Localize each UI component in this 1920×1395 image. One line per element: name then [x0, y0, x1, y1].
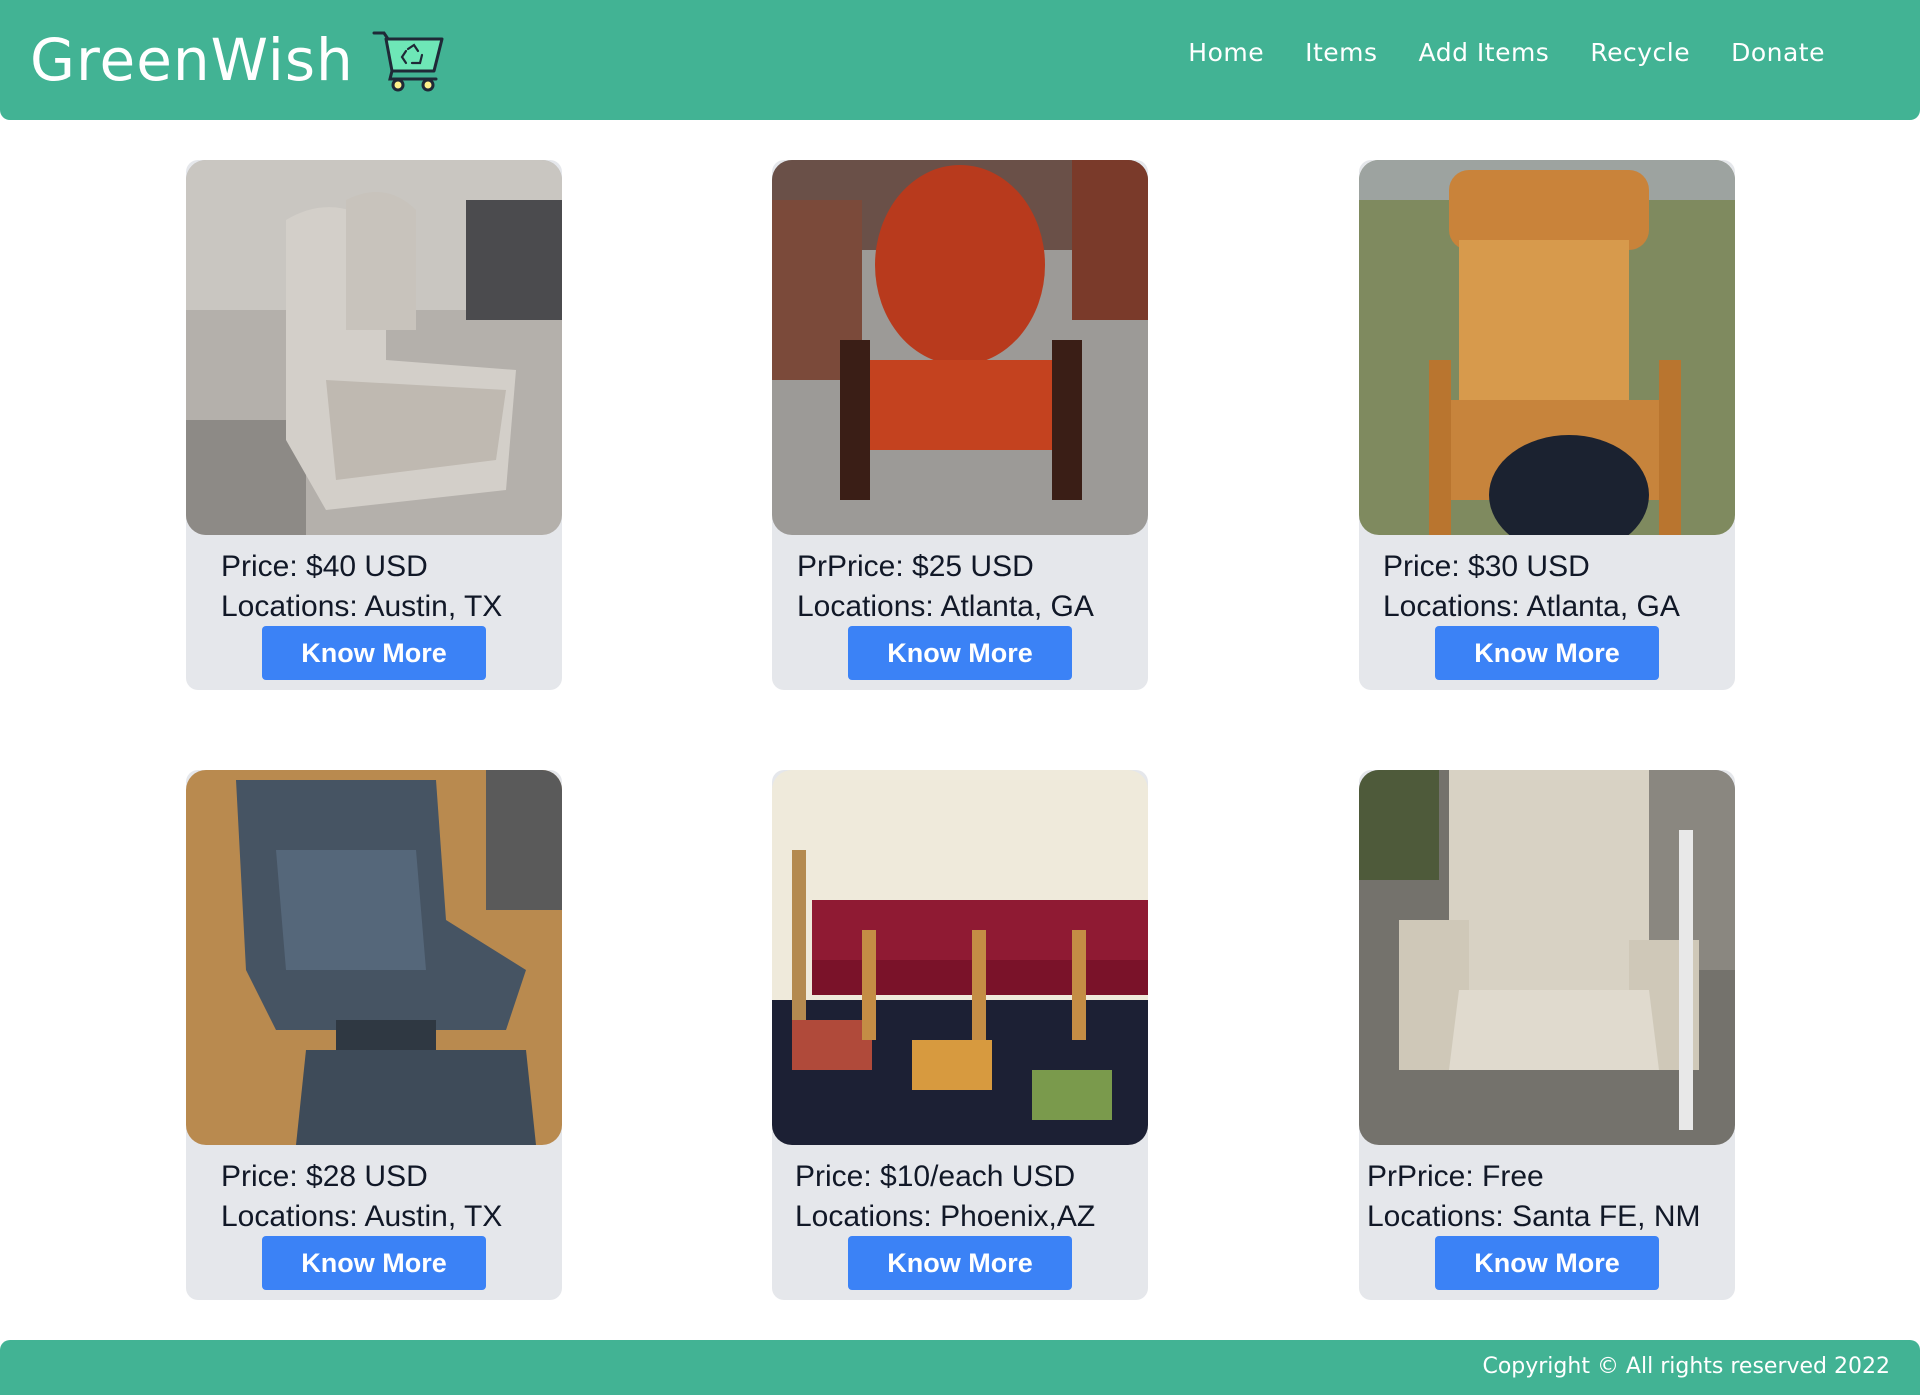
- listing-card: Price: $10/each USD Locations: Phoenix,A…: [772, 770, 1148, 1300]
- brand[interactable]: GreenWish: [30, 22, 446, 98]
- know-more-button[interactable]: Know More: [262, 1236, 486, 1290]
- listing-image[interactable]: [186, 160, 562, 535]
- listing-location: Locations: Austin, TX: [221, 590, 503, 623]
- nav-home[interactable]: Home: [1188, 38, 1264, 67]
- site-header: GreenWish Home Items Add Items Recycle D…: [0, 0, 1920, 120]
- nav-donate[interactable]: Donate: [1731, 38, 1825, 67]
- listing-price: PrPrice: $25 USD: [797, 550, 1034, 583]
- listing-price: Price: $40 USD: [221, 550, 428, 583]
- know-more-button[interactable]: Know More: [262, 626, 486, 680]
- know-more-button[interactable]: Know More: [848, 1236, 1072, 1290]
- nav-recycle[interactable]: Recycle: [1590, 38, 1690, 67]
- main-nav: Home Items Add Items Recycle Donate: [1188, 38, 1825, 67]
- listing-image[interactable]: [1359, 770, 1735, 1145]
- listing-price: Price: $30 USD: [1383, 550, 1590, 583]
- listing-image[interactable]: [186, 770, 562, 1145]
- listing-card: PrPrice: $25 USD Locations: Atlanta, GA …: [772, 160, 1148, 690]
- listing-card: Price: $28 USD Locations: Austin, TX Kno…: [186, 770, 562, 1300]
- listing-price: Price: $10/each USD: [795, 1160, 1076, 1193]
- listing-card: PrPrice: Free Locations: Santa FE, NM Kn…: [1359, 770, 1735, 1300]
- listing-card: Price: $40 USD Locations: Austin, TX Kno…: [186, 160, 562, 690]
- copyright-text: Copyright © All rights reserved 2022: [1482, 1354, 1890, 1379]
- listing-location: Locations: Austin, TX: [221, 1200, 503, 1233]
- listing-location: Locations: Santa FE, NM: [1367, 1200, 1701, 1233]
- listing-image[interactable]: [772, 770, 1148, 1145]
- know-more-button[interactable]: Know More: [1435, 1236, 1659, 1290]
- listing-location: Locations: Atlanta, GA: [1383, 590, 1680, 623]
- nav-add-items[interactable]: Add Items: [1419, 38, 1550, 67]
- nav-items[interactable]: Items: [1305, 38, 1377, 67]
- listing-image[interactable]: [1359, 160, 1735, 535]
- brand-name: GreenWish: [30, 26, 354, 94]
- site-footer: Copyright © All rights reserved 2022: [0, 1340, 1920, 1395]
- know-more-button[interactable]: Know More: [848, 626, 1072, 680]
- listing-image[interactable]: [772, 160, 1148, 535]
- know-more-button[interactable]: Know More: [1435, 626, 1659, 680]
- listing-location: Locations: Phoenix,AZ: [795, 1200, 1096, 1233]
- listing-card: Price: $30 USD Locations: Atlanta, GA Kn…: [1359, 160, 1735, 690]
- listing-price: Price: $28 USD: [221, 1160, 428, 1193]
- listing-location: Locations: Atlanta, GA: [797, 590, 1094, 623]
- recycle-cart-icon: [372, 31, 444, 92]
- listing-price: PrPrice: Free: [1367, 1160, 1544, 1193]
